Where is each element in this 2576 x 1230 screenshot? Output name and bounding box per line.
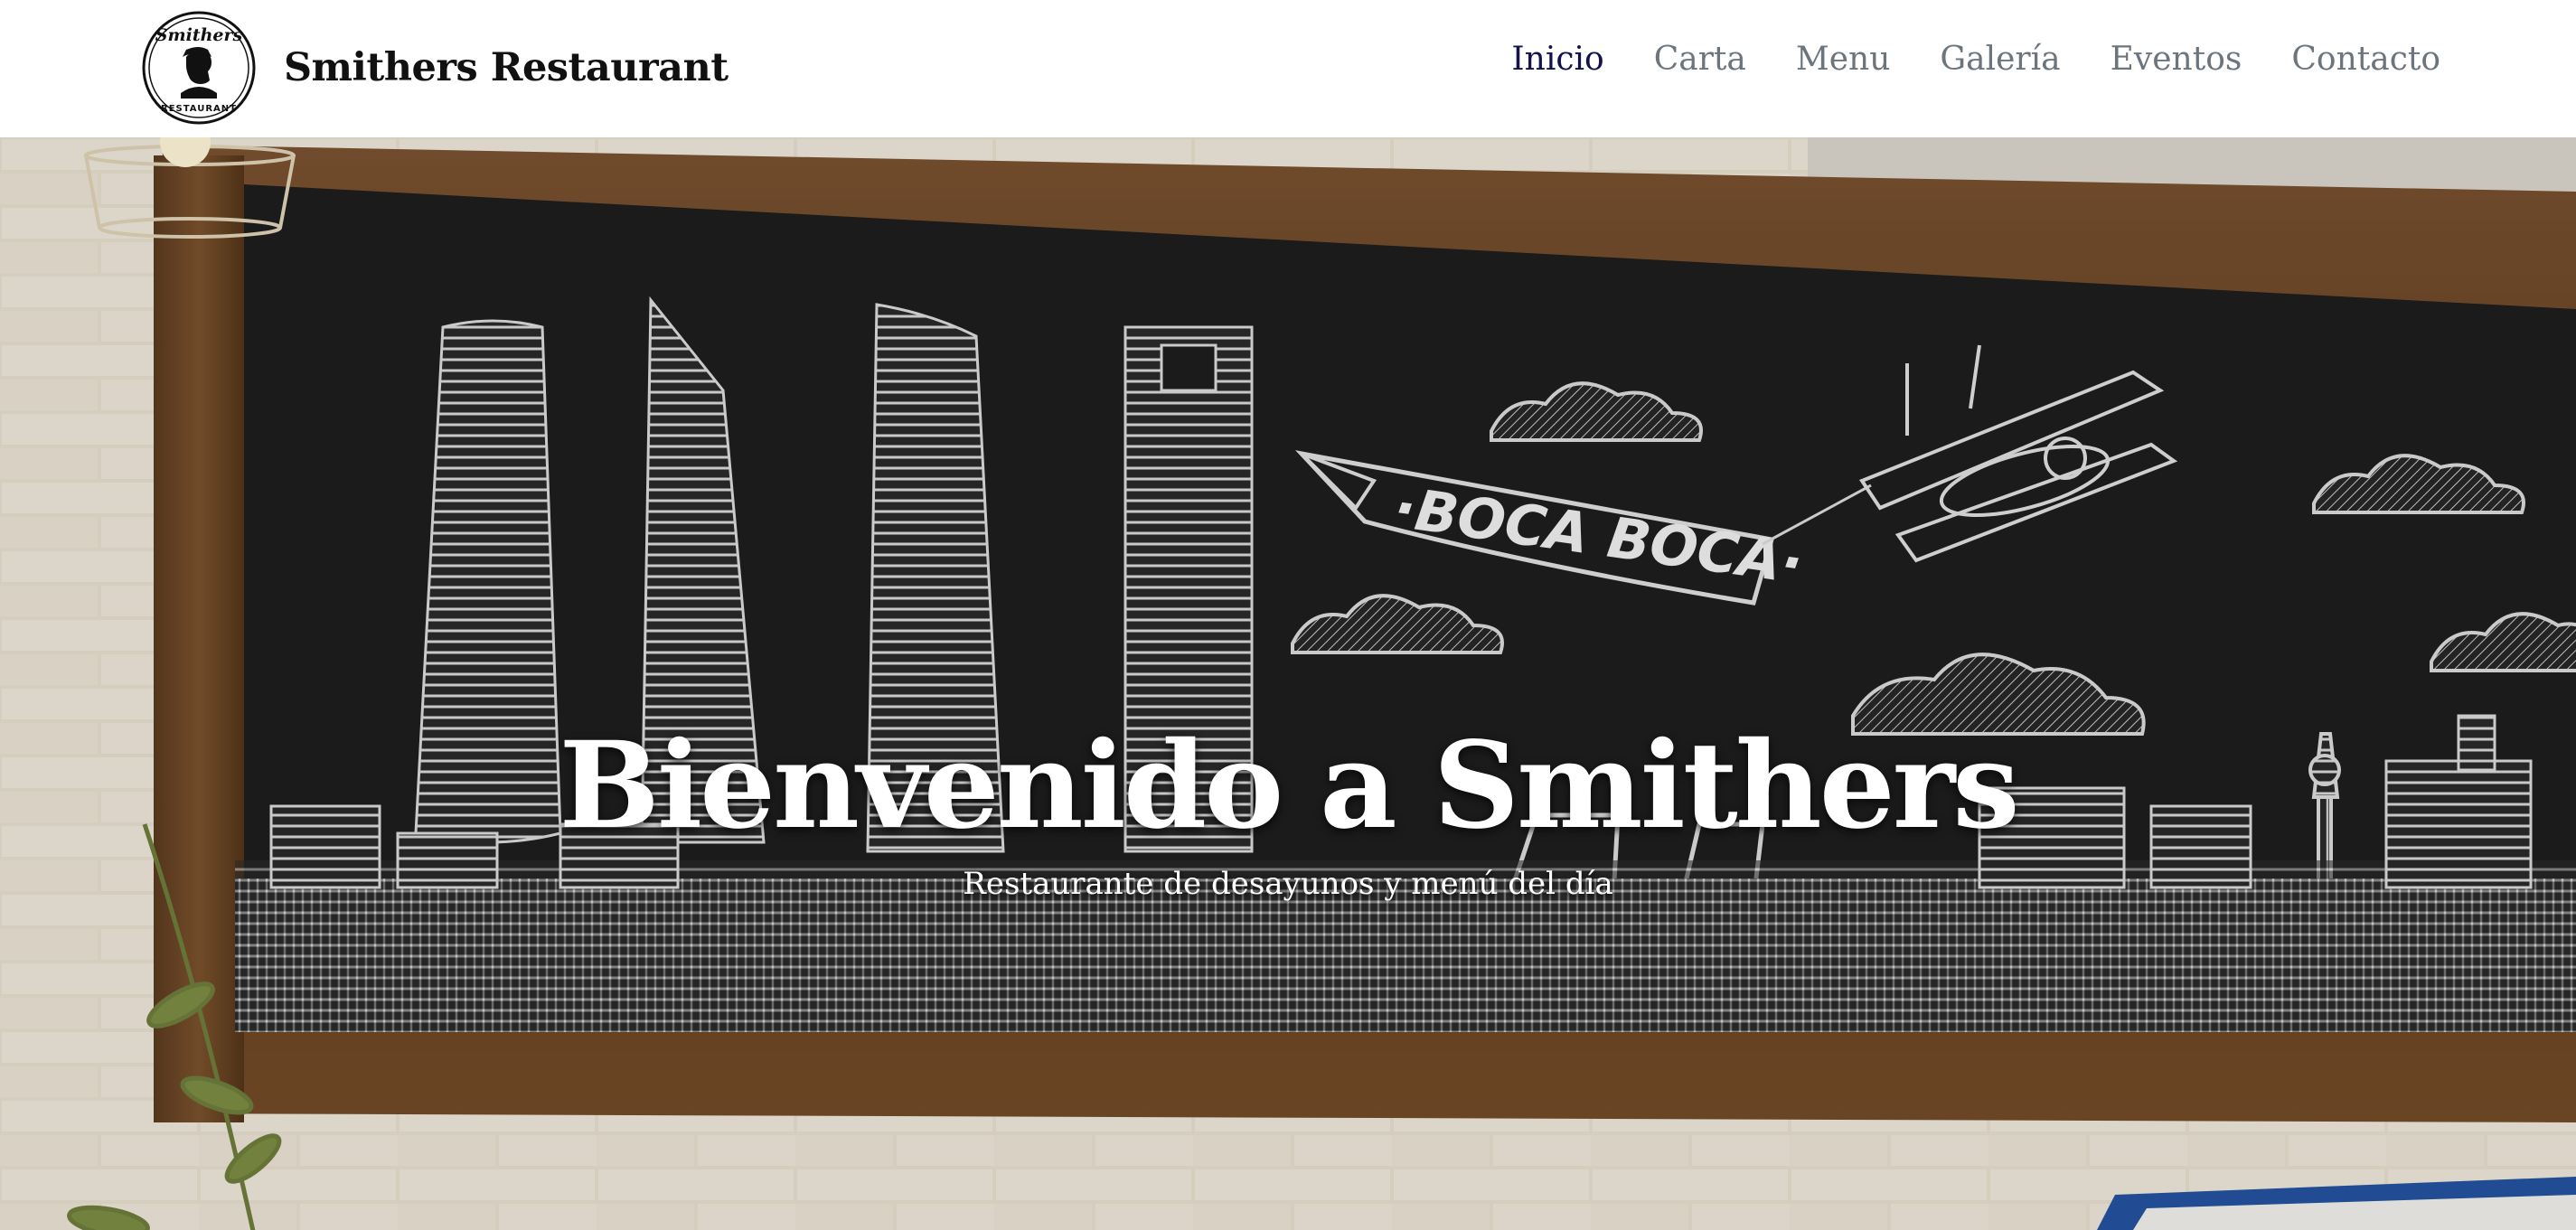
- svg-text:Smithers: Smithers: [155, 25, 243, 45]
- main-nav: Inicio Carta Menu Galería Eventos Contac…: [1511, 40, 2440, 79]
- hero-background-image: ·BOCA BOCA·: [0, 137, 2576, 1230]
- brand-link[interactable]: Smithers RESTAURANT Smithers Restaurant: [141, 10, 729, 126]
- nav-link-carta[interactable]: Carta: [1654, 40, 1746, 79]
- hero-title: Bienvenido a Smithers: [559, 716, 2019, 856]
- nav-link-contacto[interactable]: Contacto: [2291, 40, 2440, 79]
- nav-link-inicio[interactable]: Inicio: [1511, 40, 1603, 79]
- nav-link-eventos[interactable]: Eventos: [2111, 40, 2242, 79]
- hero-subtitle: Restaurante de desayunos y menú del día: [963, 866, 1613, 902]
- logo-icon: Smithers RESTAURANT: [142, 11, 256, 125]
- nav-link-galeria[interactable]: Galería: [1940, 40, 2060, 79]
- brand-name[interactable]: Smithers Restaurant: [284, 45, 729, 90]
- hero-section: ·BOCA BOCA· Bienvenido a Smithers Restau…: [0, 137, 2576, 1230]
- navbar: Smithers RESTAURANT Smithers Restaurant …: [0, 0, 2576, 137]
- nav-link-menu[interactable]: Menu: [1796, 40, 1891, 79]
- svg-text:RESTAURANT: RESTAURANT: [161, 104, 237, 114]
